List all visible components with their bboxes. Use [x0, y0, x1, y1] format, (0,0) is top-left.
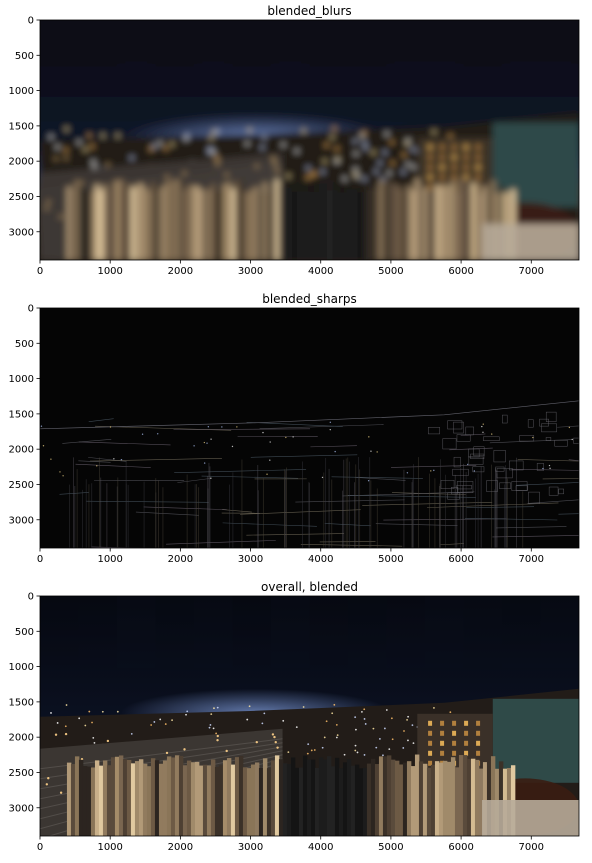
image-content — [40, 308, 579, 548]
image-content — [40, 20, 579, 260]
y-tick-label: 3000 — [9, 227, 34, 238]
x-tick-label: 7000 — [519, 842, 544, 853]
y-tick-label: 0 — [28, 592, 34, 603]
subplot-overall-blended: overall, blended0 1000 2000 3000 4000 5000 600… — [9, 580, 580, 853]
y-tick-label: 3000 — [9, 803, 34, 814]
x-tick-label: 0 — [37, 554, 43, 565]
subplot-title: blended_blurs — [267, 4, 351, 18]
x-tick-label: 2000 — [168, 266, 193, 277]
x-tick-label: 2000 — [168, 554, 193, 565]
x-tick-label: 5000 — [378, 554, 403, 565]
y-tick-label: 1500 — [9, 697, 34, 708]
y-tick-label: 1000 — [9, 86, 34, 97]
x-tick-label: 5000 — [378, 266, 403, 277]
x-tick-label: 4000 — [308, 842, 333, 853]
y-tick-label: 500 — [15, 51, 34, 62]
x-tick-label: 0 — [37, 842, 43, 853]
x-tick-label: 3000 — [238, 554, 263, 565]
x-tick-label: 1000 — [97, 554, 122, 565]
y-tick-label: 1500 — [9, 121, 34, 132]
subplot-blended-sharps: blended_sharps0 1000 2000 3000 4000 5000 6000 7… — [9, 292, 580, 565]
y-tick-label: 0 — [28, 304, 34, 315]
x-tick-label: 4000 — [308, 266, 333, 277]
x-tick-label: 4000 — [308, 554, 333, 565]
subplot-title: overall, blended — [261, 580, 358, 594]
x-tick-label: 2000 — [168, 842, 193, 853]
y-tick-label: 2500 — [9, 192, 34, 203]
x-tick-label: 0 — [37, 266, 43, 277]
x-tick-label: 7000 — [519, 266, 544, 277]
y-tick-label: 1500 — [9, 409, 34, 420]
x-tick-label: 7000 — [519, 554, 544, 565]
x-tick-label: 6000 — [448, 842, 473, 853]
y-tick-label: 2000 — [9, 445, 34, 456]
x-tick-label: 3000 — [238, 266, 263, 277]
x-tick-label: 1000 — [97, 266, 122, 277]
subplot-title: blended_sharps — [262, 292, 357, 306]
y-tick-label: 500 — [15, 627, 34, 638]
x-tick-label: 5000 — [378, 842, 403, 853]
y-tick-label: 2500 — [9, 480, 34, 491]
x-tick-label: 6000 — [448, 554, 473, 565]
y-tick-label: 1000 — [9, 374, 34, 385]
y-tick-label: 3000 — [9, 515, 34, 526]
y-tick-label: 1000 — [9, 662, 34, 673]
x-tick-label: 6000 — [448, 266, 473, 277]
y-tick-label: 500 — [15, 339, 34, 350]
y-tick-label: 2000 — [9, 157, 34, 168]
x-tick-label: 3000 — [238, 842, 263, 853]
subplot-blended-blurs: blended_blurs0 1000 2000 3000 4000 5000 6000 70… — [9, 4, 580, 277]
image-content — [40, 596, 579, 836]
x-tick-label: 1000 — [97, 842, 122, 853]
y-tick-label: 0 — [28, 16, 34, 27]
y-tick-label: 2000 — [9, 733, 34, 744]
y-tick-label: 2500 — [9, 768, 34, 779]
figure: blended_blurs0 1000 2000 3000 4000 5000 6000 70… — [9, 4, 580, 853]
